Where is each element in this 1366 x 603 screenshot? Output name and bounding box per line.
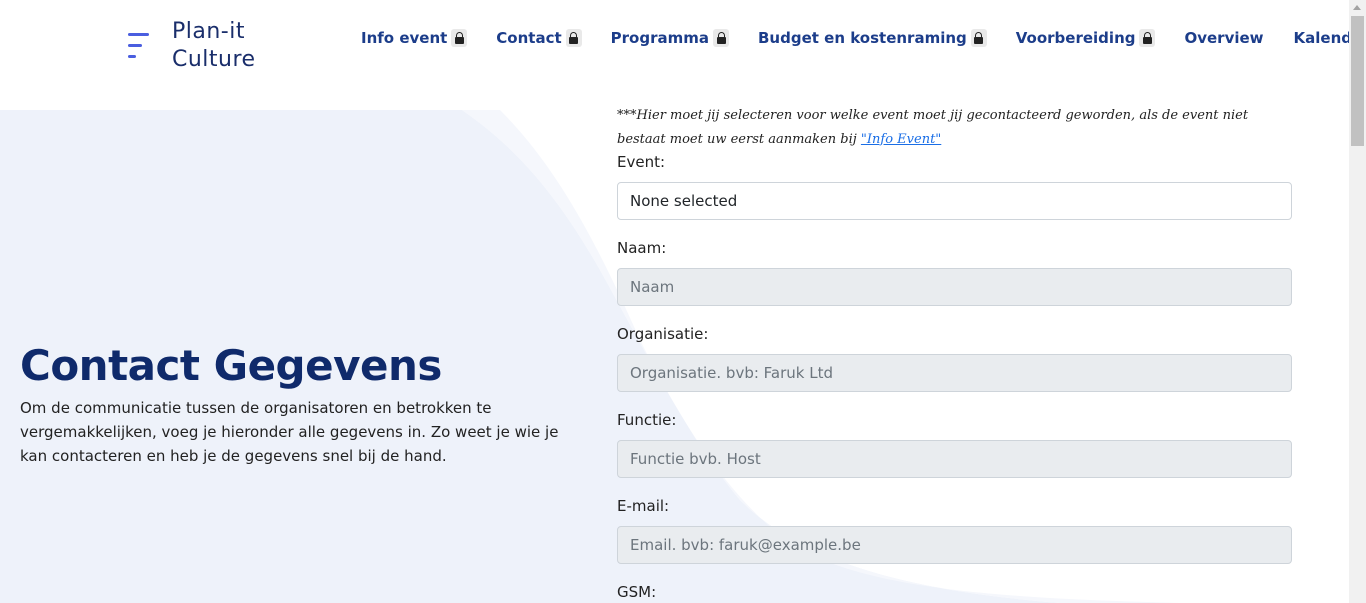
event-group: Event: None selected <box>617 151 1292 220</box>
functie-group: Functie: Functie bvb. Host <box>617 409 1292 478</box>
nav-item-label: Overview <box>1184 29 1264 47</box>
nav-item-kalendar[interactable]: Kalendar <box>1294 29 1349 47</box>
nav-item-label: Kalendar <box>1293 29 1349 47</box>
info-event-link[interactable]: "Info Event" <box>861 132 941 147</box>
nav-item-label: Programma <box>610 29 709 47</box>
scroll-up-arrow-icon[interactable] <box>1353 5 1361 10</box>
nav-item-label: Info event <box>361 29 448 47</box>
menu-lines-icon <box>128 31 150 61</box>
email-field[interactable]: Email. bvb: faruk@example.be <box>617 526 1292 564</box>
lock-icon <box>451 29 468 47</box>
event-select[interactable]: None selected <box>617 182 1292 220</box>
nav-item-overview[interactable]: Overview <box>1184 29 1263 47</box>
nav-item-programma[interactable]: Programma <box>611 29 729 47</box>
nav-item-voorbereiding[interactable]: Voorbereiding <box>1016 29 1156 47</box>
functie-field[interactable]: Functie bvb. Host <box>617 440 1292 478</box>
nav-item-budget[interactable]: Budget en kostenraming <box>758 29 987 47</box>
naam-field[interactable]: Naam <box>617 268 1292 306</box>
lock-icon <box>565 29 582 47</box>
gsm-label: GSM: <box>617 583 657 601</box>
naam-label: Naam: <box>617 239 667 257</box>
scrollbar-thumb[interactable] <box>1351 16 1364 146</box>
page-description: Om de communicatie tussen de organisator… <box>20 399 559 465</box>
brand-name-line2: Culture <box>172 47 256 72</box>
lock-icon <box>970 29 987 47</box>
page-title: Contact Gegevens <box>20 341 442 390</box>
vertical-scrollbar[interactable] <box>1349 0 1366 603</box>
brand-name: Plan-it Culture <box>172 18 256 74</box>
naam-group: Naam: Naam <box>617 237 1292 306</box>
organisatie-group: Organisatie: Organisatie. bvb: Faruk Ltd <box>617 323 1292 392</box>
functie-label: Functie: <box>617 411 677 429</box>
nav-item-contact[interactable]: Contact <box>496 29 582 47</box>
lock-icon <box>1139 29 1156 47</box>
brand-name-line1: Plan-it <box>172 19 245 44</box>
email-group: E-mail: Email. bvb: faruk@example.be <box>617 495 1292 564</box>
brand-logo[interactable]: Plan-it Culture <box>128 18 256 74</box>
page: Plan-it Culture Info event Contact Progr… <box>0 0 1349 603</box>
contact-form: ***Hier moet jij selecteren voor welke e… <box>617 104 1292 601</box>
nav-item-info-event[interactable]: Info event <box>361 29 468 47</box>
nav-item-label: Budget en kostenraming <box>758 29 967 47</box>
gsm-group: GSM: <box>617 581 656 603</box>
nav-item-label: Contact <box>496 29 562 47</box>
hero-section: Contact Gegevens Om de communicatie tuss… <box>20 340 580 468</box>
main-nav: Info event Contact Programma Budget en k… <box>361 29 1349 47</box>
organisatie-field[interactable]: Organisatie. bvb: Faruk Ltd <box>617 354 1292 392</box>
top-navbar: Plan-it Culture Info event Contact Progr… <box>0 0 1349 80</box>
lock-icon <box>713 29 729 47</box>
nav-item-label: Voorbereiding <box>1015 29 1136 47</box>
organisatie-label: Organisatie: <box>617 325 709 343</box>
event-selection-note: ***Hier moet jij selecteren voor welke e… <box>617 104 1292 152</box>
email-label: E-mail: <box>617 497 670 515</box>
event-label: Event: <box>617 153 666 171</box>
